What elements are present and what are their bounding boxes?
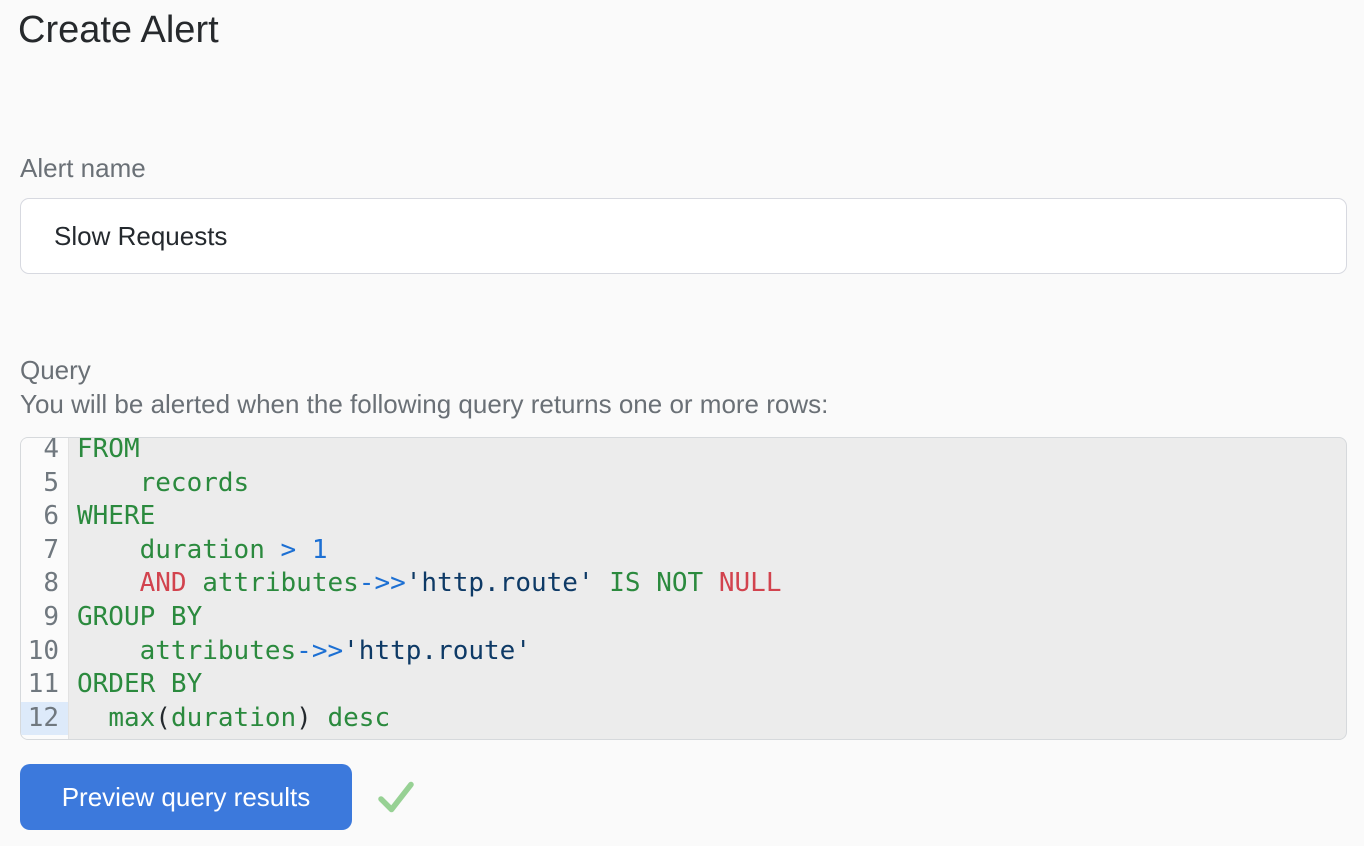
line-number: 12 bbox=[21, 702, 68, 736]
code-text: ORDER BY bbox=[68, 668, 1346, 702]
line-number: 11 bbox=[21, 668, 68, 702]
code-text: records bbox=[68, 467, 1346, 501]
code-text: AND attributes->>'http.route' IS NOT NUL… bbox=[68, 567, 1346, 601]
code-line: 7 duration > 1 bbox=[21, 534, 1346, 568]
code-line: 6WHERE bbox=[21, 500, 1346, 534]
code-line: 4FROM bbox=[21, 437, 1346, 467]
code-line: 8 AND attributes->>'http.route' IS NOT N… bbox=[21, 567, 1346, 601]
code-text: max(duration) desc bbox=[68, 702, 1346, 736]
code-text: GROUP BY bbox=[68, 601, 1346, 635]
check-icon bbox=[374, 775, 418, 819]
alert-name-label: Alert name bbox=[20, 152, 1364, 184]
page-title: Create Alert bbox=[18, 8, 1364, 52]
query-editor[interactable]: 4FROM5 records6WHERE7 duration > 18 AND … bbox=[20, 437, 1347, 740]
query-label: Query bbox=[20, 354, 1364, 387]
line-number: 9 bbox=[21, 601, 68, 635]
code-text: FROM bbox=[68, 437, 1346, 467]
code-line: 12 max(duration) desc bbox=[21, 702, 1346, 736]
code-line: 9GROUP BY bbox=[21, 601, 1346, 635]
code-line: 10 attributes->>'http.route' bbox=[21, 635, 1346, 669]
line-number: 7 bbox=[21, 534, 68, 568]
code-text: attributes->>'http.route' bbox=[68, 635, 1346, 669]
actions-row: Preview query results bbox=[20, 764, 1364, 830]
line-number: 6 bbox=[21, 500, 68, 534]
line-number: 8 bbox=[21, 567, 68, 601]
preview-query-results-button[interactable]: Preview query results bbox=[20, 764, 352, 830]
code-text: WHERE bbox=[68, 500, 1346, 534]
line-number: 5 bbox=[21, 467, 68, 501]
line-number: 10 bbox=[21, 635, 68, 669]
alert-name-input[interactable] bbox=[20, 198, 1347, 274]
query-description: You will be alerted when the following q… bbox=[20, 387, 1364, 421]
code-line: 11ORDER BY bbox=[21, 668, 1346, 702]
code-text: duration > 1 bbox=[68, 534, 1346, 568]
code-line: 5 records bbox=[21, 467, 1346, 501]
line-number: 4 bbox=[21, 437, 68, 467]
code-lines: 4FROM5 records6WHERE7 duration > 18 AND … bbox=[21, 437, 1346, 735]
